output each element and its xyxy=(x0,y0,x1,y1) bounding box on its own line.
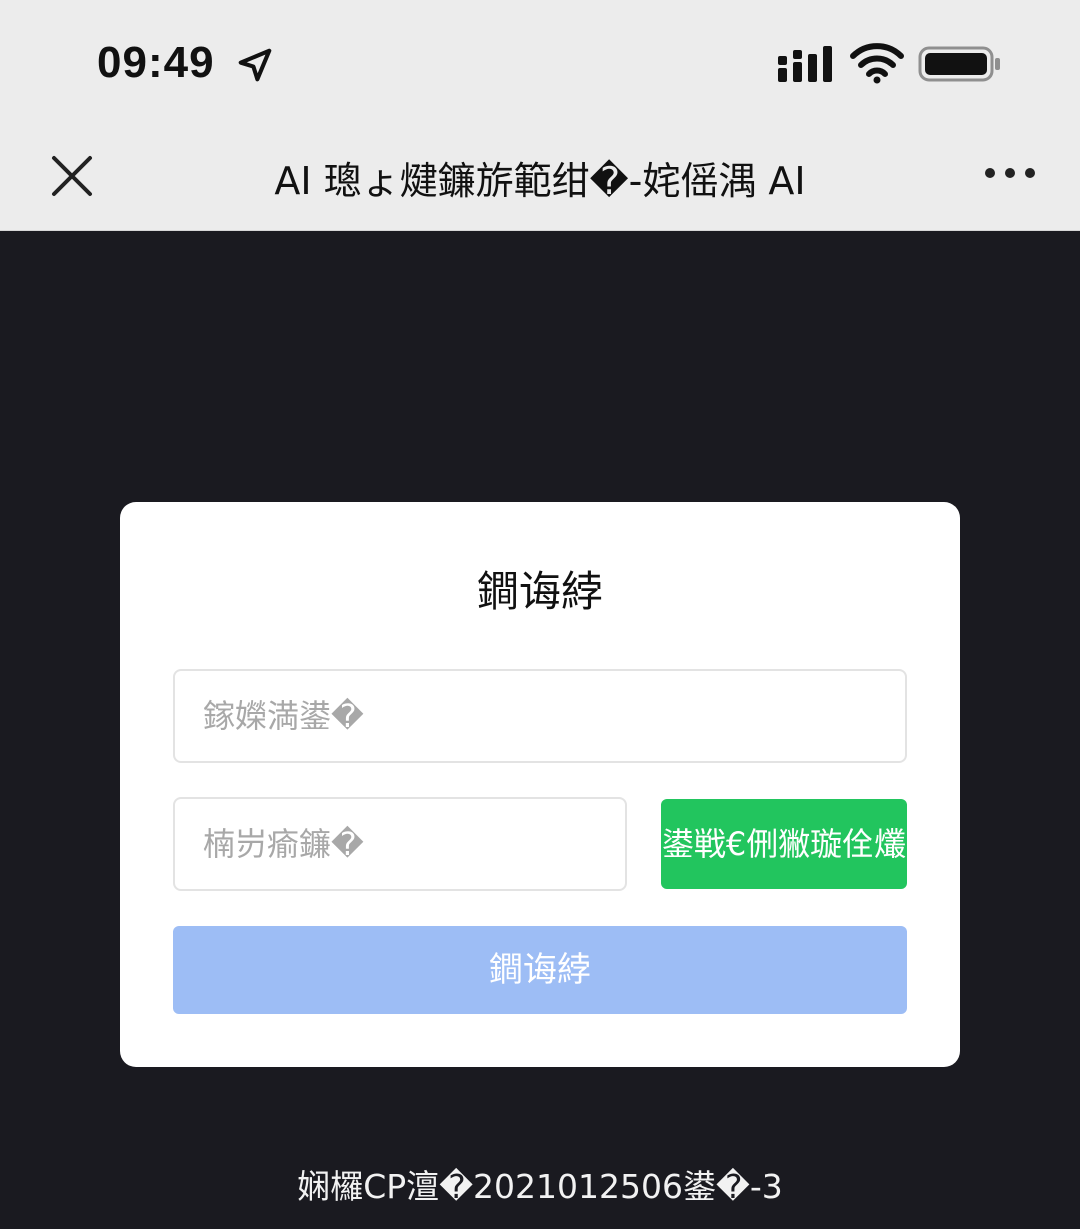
wifi-icon xyxy=(850,43,904,84)
nav-bar: AI 璁ょ煡鐮旂範绀�-姹傜湡 AI xyxy=(0,128,1080,231)
cellular-signal-icon xyxy=(778,46,832,82)
status-time: 09:49 xyxy=(97,38,215,87)
status-bar: 09:49 xyxy=(0,0,1080,128)
login-title: 鐧诲綍 xyxy=(476,567,603,616)
more-icon[interactable] xyxy=(980,158,1040,188)
page-title: AI 璁ょ煡鐮旂範绀�-姹傜湡 AI xyxy=(274,159,806,203)
phone-input[interactable] xyxy=(173,669,907,763)
login-button[interactable]: 鐧诲綍 xyxy=(173,926,907,1014)
login-card: 鐧诲綍 鍙戦€侀獙璇佺爜 鐧诲綍 xyxy=(120,502,960,1067)
close-icon[interactable] xyxy=(48,152,96,200)
icp-footer-link[interactable]: 娴欏CP澶�2021012506鍙�-3 xyxy=(0,1160,1080,1208)
verification-code-input[interactable] xyxy=(173,797,627,891)
battery-icon xyxy=(918,46,1000,82)
send-code-button[interactable]: 鍙戦€侀獙璇佺爜 xyxy=(661,799,907,889)
location-arrow-icon xyxy=(238,48,272,82)
